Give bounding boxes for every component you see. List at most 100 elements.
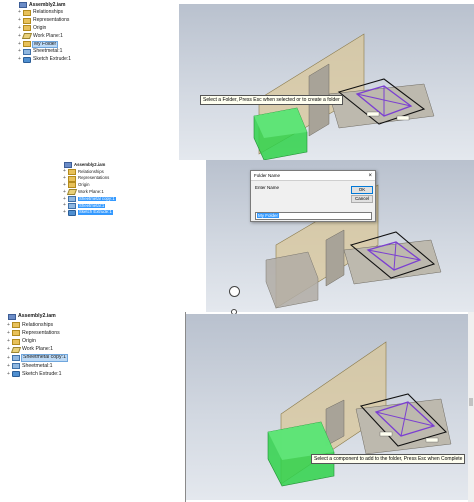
tree-item[interactable]: Assembly2.iam	[13, 2, 65, 8]
model-scene-3	[267, 341, 452, 487]
part-icon	[23, 56, 31, 63]
tree-item-label: Sketch Extrude:1	[78, 209, 113, 215]
expand-icon[interactable]: +	[17, 57, 22, 62]
folder-icon	[68, 175, 76, 182]
tree-item-label: Sheetmetal copy:1	[21, 354, 68, 362]
tree-item-label: Work Plane:1	[78, 189, 104, 195]
ok-button[interactable]: OK	[351, 186, 373, 194]
expand-icon[interactable]: +	[6, 339, 11, 344]
cancel-button[interactable]: Cancel	[351, 195, 373, 203]
folder-icon	[12, 338, 20, 345]
tree-item-label: My Folder	[31, 40, 59, 48]
tree-item[interactable]: + Work Plane:1	[6, 346, 54, 353]
tree-item[interactable]: + Sheetmetal copy:1	[62, 196, 116, 202]
tree-item-label: Sketch Extrude:1	[22, 370, 62, 377]
tree-item[interactable]: + Work Plane:1	[62, 189, 104, 196]
sheetmetal-icon	[68, 196, 76, 202]
tree-item-label: Relationships	[33, 9, 64, 16]
tree-item[interactable]: + Representations	[17, 17, 70, 24]
tree-item-label: Work Plane:1	[22, 346, 54, 353]
expand-icon[interactable]: +	[6, 330, 11, 336]
expand-icon[interactable]: +	[62, 210, 67, 215]
tree-item[interactable]: + Origin	[6, 337, 36, 345]
model-scene-1	[253, 33, 435, 160]
tree-item[interactable]: + Representations	[6, 330, 60, 337]
tree-item[interactable]: + Relationships	[62, 168, 104, 175]
tree-item-label: Sheetmetal copy:1	[78, 195, 116, 202]
tree-item-label: Relationships	[22, 321, 54, 328]
grey-extrusion	[265, 251, 319, 309]
assembly-icon	[64, 162, 72, 168]
expand-icon[interactable]: +	[6, 371, 11, 377]
viewport-3[interactable]: Select a component to add to the folder,…	[186, 314, 468, 500]
tree-item-label: Sheetmetal:1	[78, 202, 106, 208]
tree-item-label: Origin	[33, 24, 47, 31]
tree-item-label: Work Plane:1	[33, 32, 63, 39]
expand-icon[interactable]: +	[17, 49, 22, 54]
tree-item[interactable]: + Sheetmetal:1	[17, 48, 63, 55]
expand-icon[interactable]: +	[17, 10, 22, 15]
expand-icon[interactable]: +	[62, 176, 67, 181]
folder-icon	[12, 330, 20, 337]
sheetmetal-icon	[12, 355, 20, 361]
scrollbar[interactable]	[468, 312, 474, 502]
folder-icon	[68, 182, 76, 189]
tree-item[interactable]: + Relationships	[6, 321, 54, 329]
folder-name-dialog: Folder Name × Enter Name OK Cancel My Fo…	[250, 170, 376, 222]
enter-name-label: Enter Name	[255, 185, 280, 190]
tree-item[interactable]: + Origin	[62, 182, 90, 189]
folder-icon	[23, 25, 31, 32]
base-block	[355, 398, 452, 455]
tree-item[interactable]: + Work Plane:1	[17, 32, 63, 40]
scrollbar-thumb[interactable]	[469, 398, 473, 406]
sheetmetal-icon	[23, 48, 31, 55]
folder-icon	[23, 41, 31, 47]
tree-item-label: Assembly2.iam	[18, 313, 56, 320]
tree-item[interactable]: + Sheetmetal:1	[62, 202, 106, 209]
part-icon	[68, 209, 76, 216]
tree-item-label: Representations	[33, 17, 70, 24]
tree-item-label: Representations	[78, 175, 110, 181]
tree-item-label: Origin	[78, 182, 90, 188]
expand-icon[interactable]: +	[6, 322, 11, 328]
part-icon	[12, 371, 20, 378]
tree-item[interactable]: + My Folder	[17, 40, 59, 48]
tree-item[interactable]: + Relationships	[17, 9, 64, 16]
expand-icon[interactable]: +	[17, 18, 22, 23]
tree-item[interactable]: + Origin	[17, 24, 47, 32]
model-browser-2: Assembly2.iam + Relationships + Representati…	[56, 160, 206, 312]
viewport-1[interactable]: Select a Folder, Press Esc when selected…	[179, 4, 474, 160]
tree-item-label: Origin	[22, 337, 36, 344]
folder-name-value: My Folder	[257, 213, 280, 218]
tree-item[interactable]: + Sheetmetal:1	[6, 362, 53, 370]
tree-item[interactable]: + Representations	[62, 175, 110, 182]
work-plane-icon	[66, 189, 78, 196]
tree-item-label: Sheetmetal:1	[33, 48, 63, 55]
folder-icon	[68, 168, 76, 175]
tree-item-label: Sheetmetal:1	[22, 362, 53, 369]
expand-icon[interactable]: +	[62, 169, 67, 174]
expand-icon[interactable]: +	[6, 363, 11, 369]
tree-item[interactable]: + Sketch Extrude:1	[6, 370, 62, 378]
tree-item[interactable]: + Sketch Extrude:1	[17, 56, 71, 63]
tree-item[interactable]: Assembly2.iam	[2, 314, 56, 320]
expand-icon[interactable]: +	[62, 182, 67, 188]
expand-icon[interactable]: +	[6, 355, 11, 361]
folder-icon	[23, 17, 31, 24]
prompt-tooltip: Select a component to add to the folder,…	[311, 454, 466, 464]
rotate-cursor-icon	[229, 286, 240, 297]
folder-name-input[interactable]: My Folder	[255, 212, 372, 220]
viewport-2[interactable]: Folder Name × Enter Name OK Cancel My Fo…	[206, 160, 474, 312]
expand-icon[interactable]: +	[62, 203, 67, 208]
dimension-label	[379, 431, 393, 437]
work-plane-icon	[21, 33, 33, 40]
tree-item[interactable]: + Sheetmetal copy:1	[6, 354, 68, 362]
tree-item[interactable]: + Sketch Extrude:1	[62, 209, 113, 216]
work-plane-icon	[10, 346, 22, 353]
expand-icon[interactable]: +	[17, 25, 22, 31]
close-icon[interactable]: ×	[368, 173, 372, 179]
expand-icon[interactable]: +	[62, 196, 67, 202]
sheetmetal-icon	[12, 363, 20, 370]
tree-item[interactable]: Assembly2.iam	[58, 162, 105, 168]
expand-icon[interactable]: +	[17, 41, 22, 47]
